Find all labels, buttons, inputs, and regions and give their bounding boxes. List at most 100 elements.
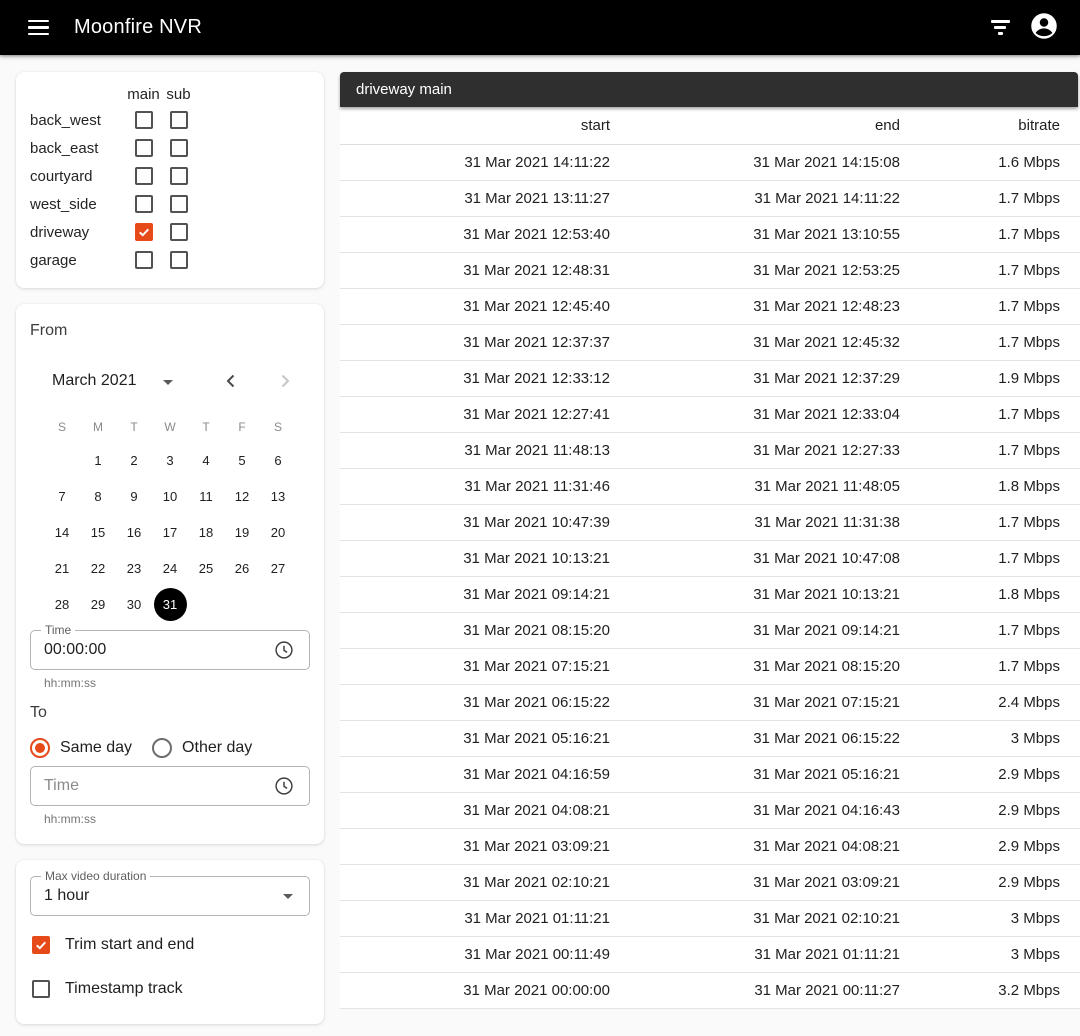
recording-start[interactable]: 31 Mar 2021 13:11:27 [340, 180, 610, 216]
to-clock-button[interactable] [269, 771, 299, 801]
calendar-day[interactable]: 5 [224, 442, 260, 478]
calendar-day[interactable]: 8 [80, 478, 116, 514]
recording-start[interactable]: 31 Mar 2021 10:47:39 [340, 504, 610, 540]
account-button[interactable] [1022, 6, 1066, 50]
timestamp-checkbox[interactable] [32, 980, 50, 998]
checkbox-west_side-main[interactable] [135, 195, 153, 213]
max-duration-select[interactable]: Max video duration 1 hour [30, 876, 310, 916]
recording-row: 31 Mar 2021 00:00:0031 Mar 2021 00:11:27… [340, 972, 1080, 1008]
calendar-day[interactable]: 28 [44, 586, 80, 622]
calendar-day[interactable]: 2 [116, 442, 152, 478]
recording-start[interactable]: 31 Mar 2021 10:13:21 [340, 540, 610, 576]
weekday-label: T [116, 412, 152, 442]
calendar-day[interactable]: 17 [152, 514, 188, 550]
other-day-label: Other day [182, 739, 252, 757]
calendar-day[interactable]: 10 [152, 478, 188, 514]
calendar-day[interactable]: 26 [224, 550, 260, 586]
calendar-day[interactable]: 19 [224, 514, 260, 550]
from-time-field[interactable]: Time 00:00:00 [30, 630, 310, 670]
recording-end: 31 Mar 2021 05:16:21 [610, 756, 900, 792]
recording-start[interactable]: 31 Mar 2021 01:11:21 [340, 900, 610, 936]
same-day-radio[interactable] [30, 738, 50, 758]
checkbox-courtyard-sub[interactable] [170, 167, 188, 185]
calendar-day[interactable]: 31 [152, 586, 188, 622]
recording-start[interactable]: 31 Mar 2021 12:33:12 [340, 360, 610, 396]
recording-start[interactable]: 31 Mar 2021 06:15:22 [340, 684, 610, 720]
calendar-day-number: 25 [190, 552, 223, 585]
recording-start[interactable]: 31 Mar 2021 12:48:31 [340, 252, 610, 288]
recording-start[interactable]: 31 Mar 2021 04:16:59 [340, 756, 610, 792]
recording-end: 31 Mar 2021 02:10:21 [610, 900, 900, 936]
recording-start[interactable]: 31 Mar 2021 00:00:00 [340, 972, 610, 1008]
recording-start[interactable]: 31 Mar 2021 12:37:37 [340, 324, 610, 360]
calendar-day[interactable]: 18 [188, 514, 224, 550]
calendar-day[interactable]: 24 [152, 550, 188, 586]
calendar-day[interactable]: 11 [188, 478, 224, 514]
month-dropdown-button[interactable] [159, 368, 177, 394]
chevron-right-icon [273, 369, 297, 393]
recording-start[interactable]: 31 Mar 2021 11:31:46 [340, 468, 610, 504]
calendar-day-number: 10 [154, 480, 187, 513]
other-day-radio[interactable] [152, 738, 172, 758]
checkbox-back_west-main[interactable] [135, 111, 153, 129]
recording-start[interactable]: 31 Mar 2021 08:15:20 [340, 612, 610, 648]
calendar-day[interactable]: 16 [116, 514, 152, 550]
calendar-day[interactable]: 14 [44, 514, 80, 550]
next-month-button[interactable] [270, 366, 300, 396]
checkbox-back_east-sub[interactable] [170, 139, 188, 157]
checkbox-driveway-main[interactable] [135, 223, 153, 241]
calendar-week-row: 21222324252627 [44, 550, 296, 586]
calendar-day[interactable]: 27 [260, 550, 296, 586]
calendar-day[interactable]: 12 [224, 478, 260, 514]
recording-start[interactable]: 31 Mar 2021 14:11:22 [340, 144, 610, 180]
calendar-day[interactable]: 1 [80, 442, 116, 478]
prev-month-button[interactable] [216, 366, 246, 396]
recording-start[interactable]: 31 Mar 2021 12:27:41 [340, 396, 610, 432]
recording-start[interactable]: 31 Mar 2021 09:14:21 [340, 576, 610, 612]
calendar-day[interactable]: 15 [80, 514, 116, 550]
calendar-day[interactable]: 13 [260, 478, 296, 514]
recording-end: 31 Mar 2021 13:10:55 [610, 216, 900, 252]
calendar-day[interactable]: 22 [80, 550, 116, 586]
checkbox-west_side-sub[interactable] [170, 195, 188, 213]
calendar-day[interactable]: 7 [44, 478, 80, 514]
calendar-day[interactable]: 30 [116, 586, 152, 622]
to-time-field[interactable]: Time [30, 766, 310, 806]
recording-start[interactable]: 31 Mar 2021 02:10:21 [340, 864, 610, 900]
calendar-day[interactable]: 6 [260, 442, 296, 478]
recording-start[interactable]: 31 Mar 2021 07:15:21 [340, 648, 610, 684]
camera-name: driveway [30, 224, 126, 241]
recording-row: 31 Mar 2021 13:11:2731 Mar 2021 14:11:22… [340, 180, 1080, 216]
checkbox-back_west-sub[interactable] [170, 111, 188, 129]
recording-start[interactable]: 31 Mar 2021 12:53:40 [340, 216, 610, 252]
recording-start[interactable]: 31 Mar 2021 05:16:21 [340, 720, 610, 756]
to-time-input[interactable]: Time [44, 777, 269, 795]
menu-button[interactable] [16, 6, 60, 50]
checkbox-back_east-main[interactable] [135, 139, 153, 157]
recording-start[interactable]: 31 Mar 2021 12:45:40 [340, 288, 610, 324]
calendar-day[interactable]: 23 [116, 550, 152, 586]
calendar-day[interactable]: 21 [44, 550, 80, 586]
calendar-day[interactable]: 4 [188, 442, 224, 478]
calendar-day[interactable]: 25 [188, 550, 224, 586]
recording-row: 31 Mar 2021 04:08:2131 Mar 2021 04:16:43… [340, 792, 1080, 828]
recording-start[interactable]: 31 Mar 2021 00:11:49 [340, 936, 610, 972]
checkbox-courtyard-main[interactable] [135, 167, 153, 185]
calendar-day-number: 29 [82, 588, 115, 621]
calendar-day[interactable]: 9 [116, 478, 152, 514]
recording-start[interactable]: 31 Mar 2021 11:48:13 [340, 432, 610, 468]
checkbox-driveway-sub[interactable] [170, 223, 188, 241]
recording-start[interactable]: 31 Mar 2021 03:09:21 [340, 828, 610, 864]
from-time-input[interactable]: 00:00:00 [44, 641, 269, 659]
calendar-day-number [190, 588, 223, 621]
calendar-day[interactable]: 29 [80, 586, 116, 622]
from-clock-button[interactable] [269, 635, 299, 665]
filter-button[interactable] [978, 6, 1022, 50]
trim-checkbox[interactable] [32, 936, 50, 954]
checkbox-garage-main[interactable] [135, 251, 153, 269]
calendar-day[interactable]: 20 [260, 514, 296, 550]
calendar-day[interactable]: 3 [152, 442, 188, 478]
checkbox-garage-sub[interactable] [170, 251, 188, 269]
recording-start[interactable]: 31 Mar 2021 04:08:21 [340, 792, 610, 828]
calendar-day-number: 30 [118, 588, 151, 621]
